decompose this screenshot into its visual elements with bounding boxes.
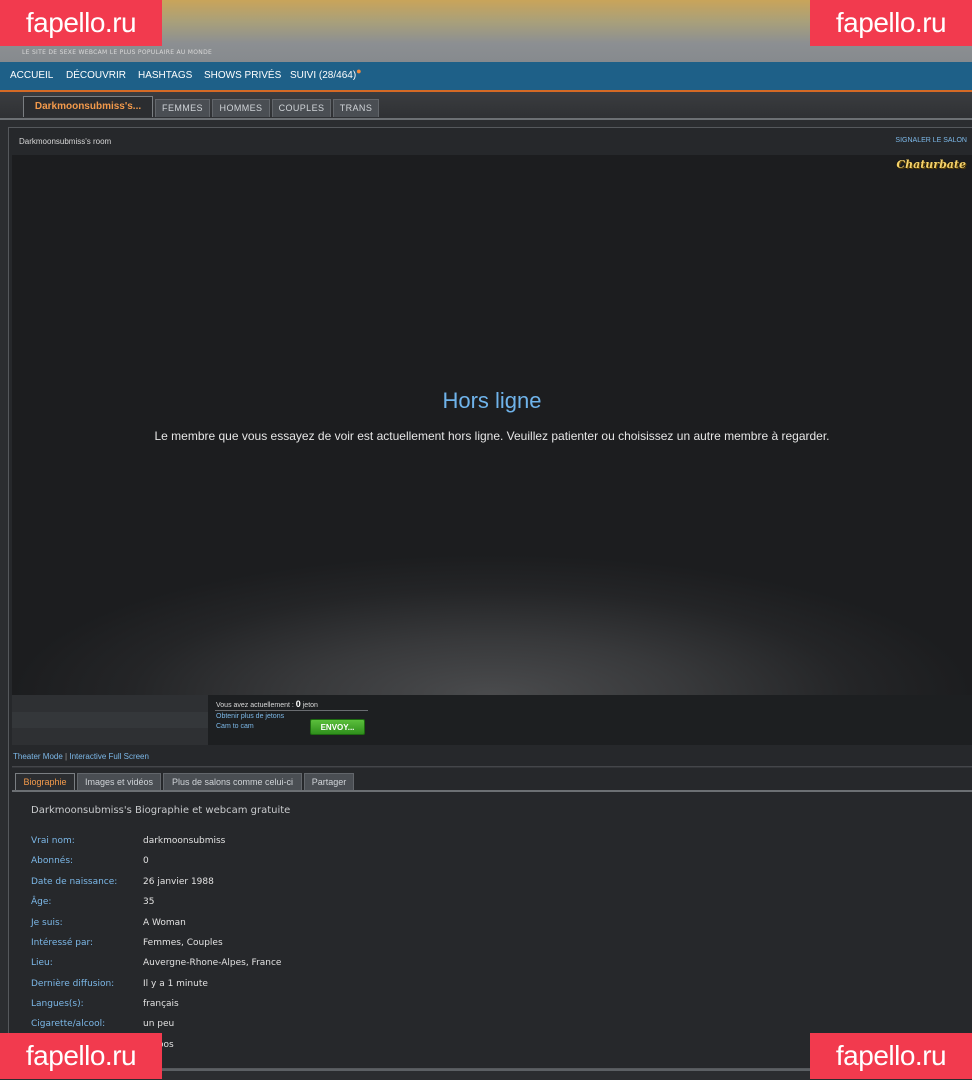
bio-tabs-divider (12, 790, 972, 792)
watermark-top-right: fapello.ru (810, 0, 972, 46)
send-tip-button[interactable]: ENVOY... (310, 719, 365, 735)
tab-current-room[interactable]: Darkmoonsubmiss's... (23, 96, 153, 117)
token-balance-prefix: Vous avez actuellement : (216, 702, 294, 709)
room-title: Darkmoonsubmiss's room (19, 137, 112, 146)
tab-trans[interactable]: TRANS (333, 99, 379, 117)
get-more-tokens-link[interactable]: Obtenir plus de jetons (216, 713, 284, 720)
nav-decouvrir[interactable]: DÉCOUVRIR (66, 70, 126, 81)
tab-couples[interactable]: COUPLES (272, 99, 331, 117)
bio-value: 0 (143, 856, 149, 866)
video-player[interactable]: Chaturbate Hors ligne Le membre que vous… (12, 155, 972, 695)
section-divider (12, 766, 972, 768)
room-tabs-bar: Darkmoonsubmiss's... FEMMES HOMMES COUPL… (0, 92, 972, 120)
bio-title: Darkmoonsubmiss's Biographie et webcam g… (31, 805, 291, 816)
watermark-bottom-left: fapello.ru (0, 1033, 162, 1079)
bio-label: Date de naissance: (31, 877, 118, 887)
bio-value: français (143, 999, 179, 1009)
bio-value: A Woman (143, 918, 186, 928)
report-room-link[interactable]: SIGNALER LE SALON (895, 137, 967, 144)
bio-label: Je suis: (31, 918, 63, 928)
bio-label: Intéressé par: (31, 938, 94, 948)
token-unit: jeton (302, 702, 318, 709)
bio-value: Femmes, Couples (143, 938, 223, 948)
nav-accueil[interactable]: ACCUEIL (10, 70, 53, 81)
fullscreen-link[interactable]: Interactive Full Screen (69, 752, 149, 761)
theater-mode-link[interactable]: Theater Mode (13, 752, 63, 761)
nav-suivi-label: SUIVI (28/464) (290, 70, 357, 81)
offline-title: Hors ligne (442, 388, 542, 413)
bio-label: Abonnés: (31, 856, 74, 866)
room-header (12, 131, 972, 153)
bio-label: Vrai nom: (31, 836, 75, 846)
tokens-divider (215, 710, 368, 711)
bio-label: Dernière diffusion: (31, 979, 115, 989)
bio-value: Auvergne-Rhone-Alpes, France (143, 958, 282, 968)
main-nav: ACCUEIL DÉCOUVRIR HASHTAGS SHOWS PRIVÉS … (0, 62, 972, 92)
offline-message: Le membre que vous essayez de voir est a… (154, 429, 830, 443)
view-mode-links: Theater Mode | Interactive Full Screen (13, 752, 149, 761)
cam-to-cam-link[interactable]: Cam to cam (216, 723, 254, 730)
tab-similar-rooms[interactable]: Plus de salons comme celui-ci (163, 773, 302, 791)
site-tagline: LE SITE DE SEXE WEBCAM LE PLUS POPULAIRE… (22, 49, 213, 56)
nav-suivi[interactable]: SUIVI (28/464)● (290, 66, 362, 81)
bio-label: Cigarette/alcool: (31, 1019, 106, 1029)
view-mode-separator: | (65, 752, 68, 761)
tab-hommes[interactable]: HOMMES (212, 99, 270, 117)
watermark-bottom-right: fapello.ru (810, 1033, 972, 1079)
bio-label: Âge: (31, 897, 52, 907)
bio-value: 26 janvier 1988 (143, 877, 214, 887)
nav-hashtags[interactable]: HASHTAGS (138, 70, 192, 81)
player-controls-strip (12, 712, 208, 728)
chaturbate-logo: Chaturbate (896, 158, 966, 171)
bio-value: 35 (143, 897, 155, 907)
player-controls-area (12, 695, 208, 745)
bio-label: Langues(s): (31, 999, 84, 1009)
tab-partager[interactable]: Partager (304, 773, 354, 791)
bio-value: un peu (143, 1019, 175, 1029)
bio-value: Il y a 1 minute (143, 979, 208, 989)
tab-biographie[interactable]: Biographie (15, 773, 75, 791)
bio-value: darkmoonsubmiss (143, 836, 226, 846)
tab-images-videos[interactable]: Images et vidéos (77, 773, 161, 791)
token-balance: Vous avez actuellement : 0 jeton (216, 699, 318, 709)
token-count: 0 (295, 699, 301, 709)
bio-label: Lieu: (31, 958, 53, 968)
tab-femmes[interactable]: FEMMES (155, 99, 210, 117)
nav-shows-prives[interactable]: SHOWS PRIVÉS (204, 70, 281, 81)
notification-dot-icon: ● (356, 66, 362, 76)
watermark-top-left: fapello.ru (0, 0, 162, 46)
